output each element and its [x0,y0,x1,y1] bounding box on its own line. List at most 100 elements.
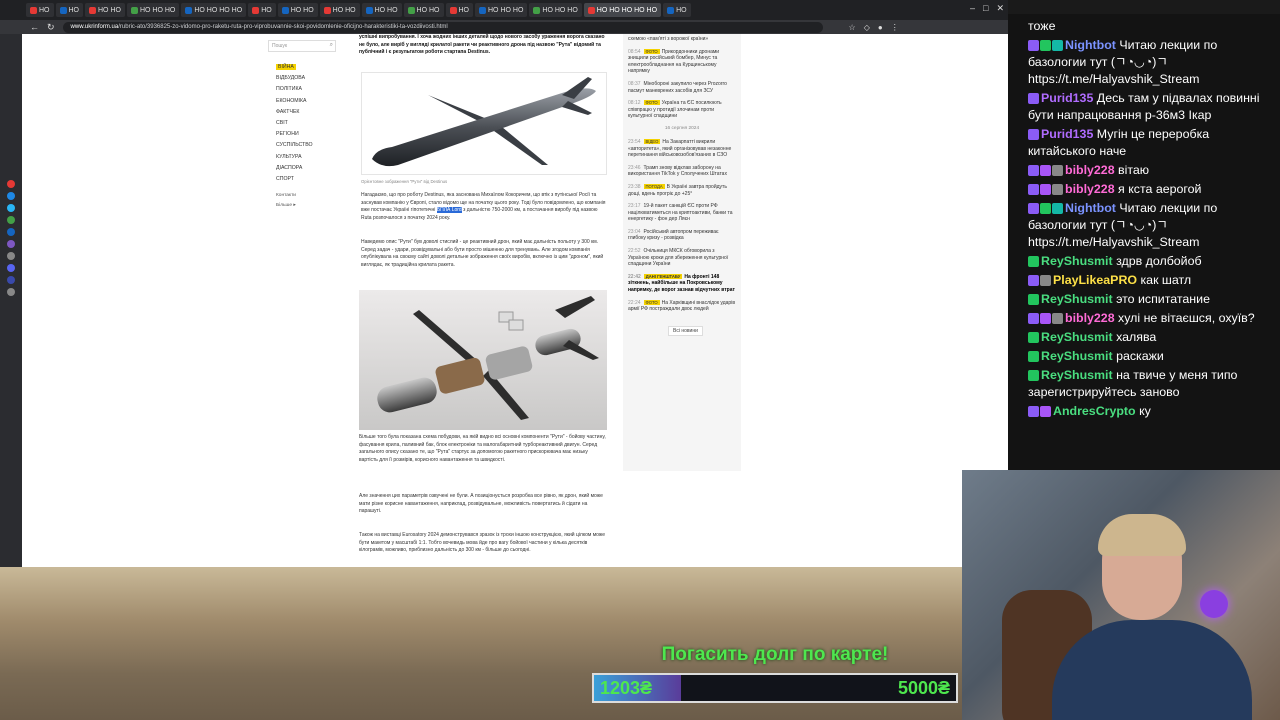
feed-item[interactable]: 22:52 Очільниця МКСК обговорила з Україно… [628,248,736,268]
site-menu-item[interactable]: ПОЛІТИКА [268,84,338,95]
feed-item[interactable]: 23:54 ВІДЕО На Закарпатті викрили «авторит… [628,138,736,159]
back-icon[interactable]: ← [30,20,39,34]
chat-username[interactable]: Purid135 [1041,127,1093,141]
search-icon[interactable]: ⌕ [330,42,333,49]
site-menu-item[interactable]: СПОРТ [268,174,338,185]
tab-favicon-icon [59,6,67,14]
browser-tab[interactable]: НО НО НО [126,3,180,17]
rail-app-icon[interactable] [7,240,15,248]
profile-icon[interactable]: ● [878,23,883,32]
chat-username[interactable]: Nightbot [1065,38,1116,52]
bookmark-icon[interactable]: ☆ [849,23,856,32]
chat-username[interactable]: PlayLikeaPRO [1053,273,1137,287]
tab-favicon-icon [323,6,331,14]
rail-app-icon[interactable] [7,252,15,260]
chat-badge-icon [1028,275,1039,287]
site-menu-item[interactable]: ВІДБУДОВА [268,73,338,84]
sidebar-rail [0,34,22,567]
site-menu-link[interactable]: Більше ▸ [268,201,338,211]
minimize-icon[interactable]: – [970,3,975,14]
site-search-input[interactable]: Пошук ⌕ [268,40,336,52]
tab-favicon-icon [667,6,675,14]
rail-app-icon[interactable] [7,276,15,284]
menu-item-label: ДІАСПОРА [276,164,303,171]
site-menu-link[interactable]: Контакти [268,191,338,201]
chat-username[interactable]: ReyShusmit [1041,349,1113,363]
chat-username[interactable]: ReyShusmit [1041,330,1113,344]
feed-item[interactable]: 23:17 19-й пакет санкцій ЄС проти РФ наці… [628,203,736,223]
chat-username[interactable]: ReyShusmit [1041,368,1113,382]
browser-tab[interactable]: НО НО НО НО [181,3,247,17]
chat-text: это испитатание [1116,292,1210,306]
browser-tab[interactable]: НО НО НО [529,3,582,17]
site-menu-item[interactable]: ЕКОНОМІКА [268,96,338,107]
chat-username[interactable]: ReyShusmit [1041,292,1113,306]
site-menu-item[interactable]: РЕГІОНИ [268,129,338,140]
feed-tag: ПОГОДА [643,183,665,189]
chat-badges [1028,370,1039,382]
feed-item[interactable]: 08:54 ФОТО Прикордонники дронами знищили р… [628,48,736,75]
browser-tab[interactable]: НО [26,3,54,17]
chat-badge-icon [1040,313,1051,325]
site-menu-item[interactable]: КУЛЬТУРА [268,152,338,163]
feed-item[interactable]: 23:38 ПОГОДА В Україні завтра пройдуть дощ… [628,183,736,197]
chat-text: здрв долбойоб [1116,254,1202,268]
rail-app-icon[interactable] [7,204,15,212]
tab-label: НО НО НО НО НО [596,6,658,14]
feed-item[interactable]: 23:46 Трамп знову відклав заборону на вик… [628,165,736,178]
rail-app-icon[interactable] [7,216,15,224]
rail-app-icon[interactable] [7,180,15,188]
chat-username[interactable]: Nightbot [1065,201,1116,215]
rail-app-icon[interactable] [7,288,15,296]
feed-item[interactable]: 08:37 Мінобороні закупило через Prozorro … [628,81,736,94]
browser-tab[interactable]: НО [663,3,691,17]
feed-item[interactable]: 08:12 ФОТО Україна та ЄС посилюють співпра… [628,100,736,120]
site-menu-item[interactable]: ВІЙНА [268,62,338,73]
feed-item[interactable]: 22:42 ДАНІ ГЕНШТАБУ На фронті 148 зіткнень… [628,273,736,294]
browser-tab[interactable]: НО НО [319,3,360,17]
extensions-icon[interactable]: ◇ [864,23,870,32]
browser-tab[interactable]: НО [248,3,276,17]
selected-text[interactable]: БПЛА Lord [436,207,462,214]
browser-tab[interactable]: НО [445,3,473,17]
chat-username[interactable]: Purid135 [1041,91,1093,105]
browser-window: НО НО НО НО НО НО НО НО НО НО НО НО НО НО НО НО… [0,0,1008,567]
chat-username[interactable]: bibly228 [1065,163,1115,177]
chat-username[interactable]: bibly228 [1065,182,1115,196]
browser-tab[interactable]: НО НО НО [475,3,528,17]
menu-icon[interactable]: ⋮ [891,23,899,32]
url-input[interactable]: www.ukrinform.ua /rubric-ato/3936825-zo-… [62,21,823,33]
browser-tab[interactable]: НО НО [277,3,318,17]
browser-tab[interactable]: НО НО [403,3,444,17]
feed-headline: В Україні завтра пройдуть дощі, вдень пр… [628,183,727,197]
site-menu-item[interactable]: СВІТ [268,118,338,129]
rail-app-icon[interactable] [7,264,15,272]
chat-username[interactable]: bibly228 [1065,311,1115,325]
rail-app-icon[interactable] [7,228,15,236]
chat-badge-icon [1028,370,1039,382]
chat-badges [1028,129,1039,141]
chat-badges [1028,294,1039,306]
rail-app-icon[interactable] [7,192,15,200]
feed-item[interactable]: 22:24 ФОТО На Харківщині внаслідок ударів … [628,299,736,313]
browser-tab[interactable]: НО НО [85,3,125,17]
browser-tab[interactable]: НО [55,3,83,17]
browser-tab[interactable]: НО НО НО НО НО [583,3,662,17]
tab-label: НО НО НО [542,6,578,14]
maximize-icon[interactable]: □ [983,3,988,14]
reload-icon[interactable]: ↻ [47,20,55,34]
close-icon[interactable]: ✕ [996,3,1004,14]
site-menu-item[interactable]: ФАКТЧЕК [268,107,338,118]
site-menu-item[interactable]: ДІАСПОРА [268,163,338,174]
site-menu-item[interactable]: СУСПІЛЬСТВО [268,140,338,151]
chat-username[interactable]: ReyShusmit [1041,254,1113,268]
tab-label: НО НО [290,6,314,14]
feed-time: 22:42 [628,273,641,280]
chat-list: Nightbot Читаю лекции по базологии тут (… [1028,37,1272,420]
feed-item[interactable]: 23:04 Російський автопром переживає глибо… [628,229,736,242]
chat-badges [1028,275,1051,287]
chat-username[interactable]: AndresCrypto [1053,404,1136,418]
all-news-button[interactable]: Всі новини [668,325,703,336]
feed-item[interactable]: схемою «пам'яті з ворожої країни» [628,36,736,43]
browser-tab[interactable]: НО НО [361,3,402,17]
